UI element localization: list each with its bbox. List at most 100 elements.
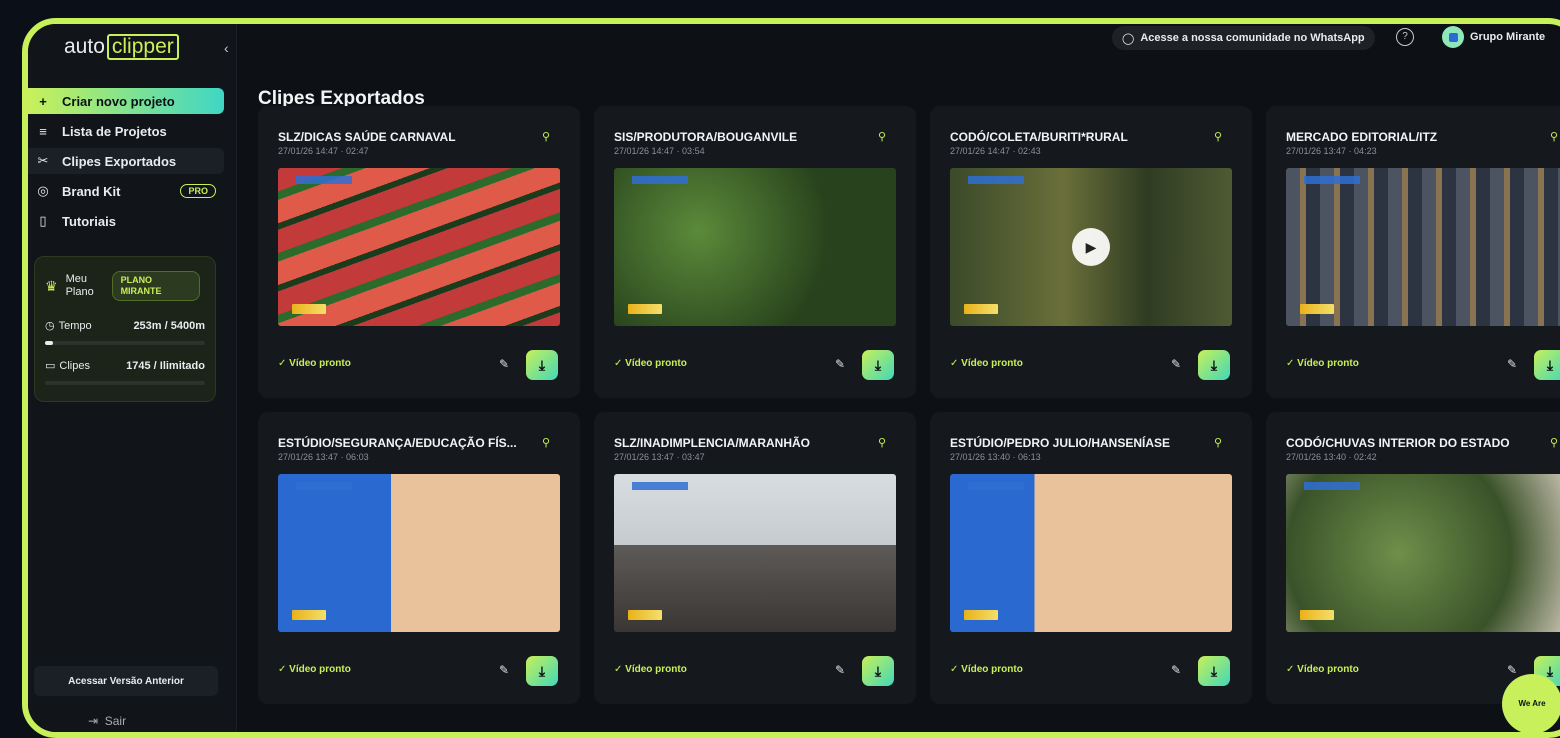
download-icon: ⤓ bbox=[874, 356, 882, 373]
logo-tag bbox=[292, 610, 326, 620]
channel-tag bbox=[632, 176, 688, 184]
sidebar-item-exported-clips[interactable]: ✂ Clipes Exportados bbox=[28, 148, 224, 174]
clip-meta: 27/01/26 13:47 · 03:47 bbox=[614, 452, 705, 462]
org-switcher[interactable]: Grupo Mirante bbox=[1442, 26, 1545, 48]
plus-icon: + bbox=[39, 93, 47, 109]
clip-card[interactable]: CODÓ/CHUVAS INTERIOR DO ESTADO 27/01/26 … bbox=[1266, 412, 1560, 704]
pin-icon[interactable]: ⚲ bbox=[1214, 436, 1222, 449]
clip-title: MERCADO EDITORIAL/ITZ bbox=[1286, 130, 1438, 144]
sidebar-item-new-project[interactable]: + Criar novo projeto bbox=[28, 88, 224, 114]
clip-meta: 27/01/26 14:47 · 03:54 bbox=[614, 146, 705, 156]
corner-badge[interactable]: We Are bbox=[1502, 674, 1560, 732]
download-icon: ⤓ bbox=[1546, 662, 1554, 679]
logo-tag bbox=[964, 610, 998, 620]
clip-title: SLZ/INADIMPLENCIA/MARANHÃO bbox=[614, 436, 810, 450]
edit-button[interactable]: ✎ bbox=[1162, 350, 1190, 378]
clip-card[interactable]: ESTÚDIO/PEDRO JULIO/HANSENÍASE 27/01/26 … bbox=[930, 412, 1252, 704]
logo-tag bbox=[1300, 610, 1334, 620]
clip-meta: 27/01/26 14:47 · 02:47 bbox=[278, 146, 369, 156]
sidebar: auto clipper ‹ + Criar novo projeto ≡ Li… bbox=[28, 24, 237, 732]
pin-icon[interactable]: ⚲ bbox=[878, 130, 886, 143]
edit-button[interactable]: ✎ bbox=[826, 350, 854, 378]
app-frame: auto clipper ‹ + Criar novo projeto ≡ Li… bbox=[22, 18, 1560, 738]
app-logo[interactable]: auto clipper bbox=[64, 34, 179, 60]
pin-icon[interactable]: ⚲ bbox=[1550, 436, 1558, 449]
edit-button[interactable]: ✎ bbox=[490, 656, 518, 684]
clip-thumbnail[interactable] bbox=[278, 474, 560, 632]
sidebar-item-label: Clipes Exportados bbox=[62, 153, 177, 169]
play-icon[interactable]: ▶ bbox=[1072, 228, 1110, 266]
clip-thumbnail[interactable] bbox=[278, 168, 560, 326]
edit-icon: ✎ bbox=[834, 663, 846, 677]
clip-card[interactable]: ESTÚDIO/SEGURANÇA/EDUCAÇÃO FÍS... 27/01/… bbox=[258, 412, 580, 704]
plan-label: Meu Plano bbox=[65, 273, 94, 298]
previous-version-button[interactable]: Acessar Versão Anterior bbox=[34, 666, 218, 696]
edit-icon: ✎ bbox=[1170, 663, 1182, 677]
edit-icon: ✎ bbox=[1506, 357, 1518, 371]
chevron-left-icon[interactable]: ‹ bbox=[224, 40, 229, 56]
download-button[interactable]: ⤓ bbox=[1198, 656, 1230, 686]
download-button[interactable]: ⤓ bbox=[526, 656, 558, 686]
download-icon: ⤓ bbox=[1210, 662, 1218, 679]
download-button[interactable]: ⤓ bbox=[1534, 350, 1560, 380]
logo-tag bbox=[964, 304, 998, 314]
clip-card[interactable]: SIS/PRODUTORA/BOUGANVILE 27/01/26 14:47 … bbox=[594, 106, 916, 398]
clip-thumbnail[interactable]: ▶ bbox=[950, 168, 1232, 326]
sidebar-item-label: Brand Kit bbox=[62, 183, 121, 199]
pin-icon[interactable]: ⚲ bbox=[878, 436, 886, 449]
logout-button[interactable]: ⇥ Sair bbox=[88, 714, 126, 728]
clip-card[interactable]: SLZ/DICAS SAÚDE CARNAVAL 27/01/26 14:47 … bbox=[258, 106, 580, 398]
pin-icon[interactable]: ⚲ bbox=[542, 436, 550, 449]
download-button[interactable]: ⤓ bbox=[1198, 350, 1230, 380]
clips-label: Clipes bbox=[59, 359, 90, 372]
clips-progress bbox=[45, 381, 205, 385]
download-button[interactable]: ⤓ bbox=[526, 350, 558, 380]
clip-title: SLZ/DICAS SAÚDE CARNAVAL bbox=[278, 130, 456, 144]
whatsapp-community-button[interactable]: ◯ Acesse a nossa comunidade no WhatsApp bbox=[1112, 26, 1375, 50]
main-content: Clipes Exportados SLZ/DICAS SAÚDE CARNAV… bbox=[236, 62, 1560, 732]
sidebar-item-tutorials[interactable]: ▯ Tutoriais bbox=[28, 208, 224, 234]
scissors-icon: ✂ bbox=[37, 153, 49, 168]
download-button[interactable]: ⤓ bbox=[862, 656, 894, 686]
logo-text-auto: auto bbox=[64, 35, 105, 58]
plan-row: ♛ Meu Plano PLANO MIRANTE bbox=[45, 271, 205, 301]
sidebar-item-projects[interactable]: ≡ Lista de Projetos bbox=[28, 118, 224, 144]
logo-tag bbox=[628, 610, 662, 620]
pin-icon[interactable]: ⚲ bbox=[1550, 130, 1558, 143]
clip-thumbnail[interactable] bbox=[950, 474, 1232, 632]
clip-thumbnail[interactable] bbox=[1286, 474, 1560, 632]
channel-tag bbox=[296, 482, 352, 490]
sidebar-item-brand-kit[interactable]: ◎ Brand Kit PRO bbox=[28, 178, 224, 204]
status-ready: ✓ Vídeo pronto bbox=[1286, 664, 1359, 675]
clip-thumbnail[interactable] bbox=[614, 474, 896, 632]
palette-icon: ◎ bbox=[37, 183, 49, 198]
clips-row: ▭ Clipes 1745 / Ilimitado bbox=[45, 359, 205, 373]
top-header: ◯ Acesse a nossa comunidade no WhatsApp … bbox=[236, 24, 1560, 62]
clip-card[interactable]: SLZ/INADIMPLENCIA/MARANHÃO 27/01/26 13:4… bbox=[594, 412, 916, 704]
clip-card[interactable]: MERCADO EDITORIAL/ITZ 27/01/26 13:47 · 0… bbox=[1266, 106, 1560, 398]
pin-icon[interactable]: ⚲ bbox=[1214, 130, 1222, 143]
sidebar-item-label: Criar novo projeto bbox=[62, 93, 175, 109]
clip-title: SIS/PRODUTORA/BOUGANVILE bbox=[614, 130, 798, 144]
clip-thumbnail[interactable] bbox=[614, 168, 896, 326]
clip-title: CODÓ/COLETA/BURITI*RURAL bbox=[950, 130, 1128, 144]
download-icon: ⤓ bbox=[1546, 356, 1554, 373]
edit-button[interactable]: ✎ bbox=[490, 350, 518, 378]
download-button[interactable]: ⤓ bbox=[862, 350, 894, 380]
edit-button[interactable]: ✎ bbox=[1162, 656, 1190, 684]
clip-thumbnail[interactable] bbox=[1286, 168, 1560, 326]
avatar bbox=[1442, 26, 1464, 48]
edit-button[interactable]: ✎ bbox=[1498, 350, 1526, 378]
clip-title: ESTÚDIO/PEDRO JULIO/HANSENÍASE bbox=[950, 436, 1171, 450]
pin-icon[interactable]: ⚲ bbox=[542, 130, 550, 143]
time-progress bbox=[45, 341, 205, 345]
help-icon[interactable]: ? bbox=[1396, 28, 1414, 46]
org-name: Grupo Mirante bbox=[1470, 31, 1546, 43]
edit-button[interactable]: ✎ bbox=[826, 656, 854, 684]
status-ready: ✓ Vídeo pronto bbox=[1286, 358, 1359, 369]
status-ready: ✓ Vídeo pronto bbox=[950, 664, 1023, 675]
time-progress-fill bbox=[45, 341, 53, 345]
status-ready: ✓ Vídeo pronto bbox=[278, 358, 351, 369]
clip-card[interactable]: CODÓ/COLETA/BURITI*RURAL 27/01/26 14:47 … bbox=[930, 106, 1252, 398]
plan-badge: PLANO MIRANTE bbox=[111, 271, 200, 301]
